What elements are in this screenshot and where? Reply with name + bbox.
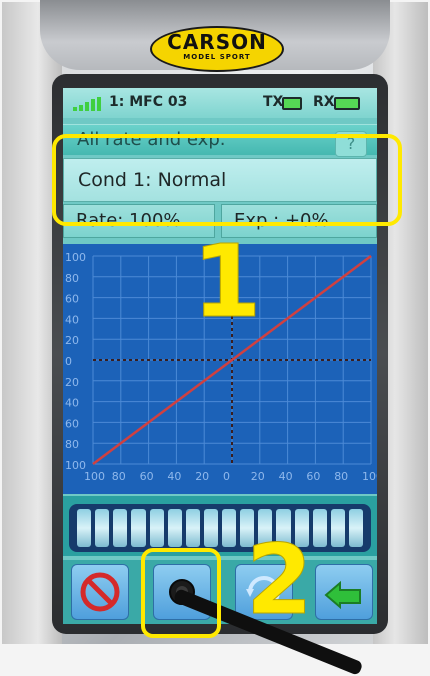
y-tick-label: 60 [65,417,79,430]
y-tick-label: 100 [65,251,86,264]
y-tick-label: 40 [65,313,79,326]
annotation-highlight-2 [141,548,221,638]
y-tick-label: 20 [65,334,79,347]
x-tick-label: 100 [84,470,105,483]
cancel-button[interactable] [71,564,129,620]
y-tick-label: 40 [65,397,79,410]
y-tick-label: 60 [65,293,79,306]
return-button[interactable] [315,564,373,620]
logo-brand: CARSON [167,30,267,54]
y-tick-label: 0 [65,355,72,368]
tx-battery-icon [282,97,302,110]
annotation-label-2: 2 [246,524,314,636]
x-tick-label: 80 [112,470,126,483]
x-tick-label: 20 [251,470,265,483]
x-tick-label: 0 [223,470,230,483]
x-tick-label: 60 [306,470,320,483]
prohibited-icon [80,572,120,612]
x-tick-label: 20 [195,470,209,483]
x-tick-label: 40 [279,470,293,483]
tx-label: TX [263,94,284,110]
y-tick-label: 80 [65,438,79,451]
x-tick-label: 60 [140,470,154,483]
x-tick-label: 80 [334,470,348,483]
stick-position-area [63,496,377,556]
annotation-label-1: 1 [192,223,263,340]
y-tick-label: 100 [65,459,86,472]
x-tick-label: 40 [167,470,181,483]
status-bar: 1: MFC 03 TX RX [63,88,377,118]
logo-sub: MODEL SPORT [183,53,251,61]
stick-position-bar [69,504,371,552]
model-name: 1: MFC 03 [109,94,188,110]
y-tick-label: 80 [65,272,79,285]
return-arrow-icon [324,580,361,610]
y-tick-label: 20 [65,376,79,389]
carson-logo: CARSON MODEL SPORT [150,26,284,72]
rx-label: RX [313,94,335,110]
signal-strength-icon [73,97,105,111]
x-tick-label: 100 [362,470,377,483]
rx-battery-icon [334,97,360,110]
annotation-highlight-1 [52,134,402,226]
